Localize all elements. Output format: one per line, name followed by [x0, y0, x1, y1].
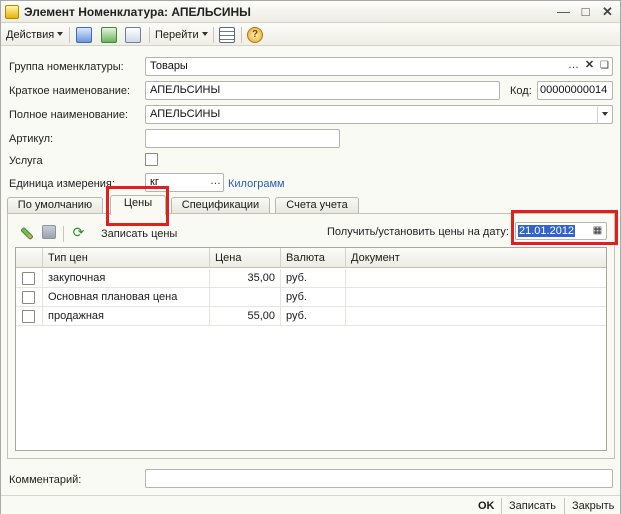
- short-name-value: АПЕЛЬСИНЫ: [150, 84, 221, 96]
- toolbar: Действия Перейти ?: [1, 24, 620, 46]
- code-label: Код:: [510, 85, 532, 97]
- column-header-check: [16, 248, 43, 268]
- goto-menu-label: Перейти: [155, 29, 199, 41]
- list-icon[interactable]: [219, 27, 235, 43]
- help-icon[interactable]: ?: [247, 27, 263, 43]
- row-checkbox-cell: [16, 288, 43, 307]
- toolbar-separator: [501, 498, 502, 514]
- close-icon[interactable]: ✕: [599, 4, 616, 20]
- price-type-cell: Основная плановая цена: [43, 288, 210, 307]
- tab-label: По умолчанию: [17, 199, 93, 211]
- full-name-value: АПЕЛЬСИНЫ: [150, 108, 221, 120]
- maximize-icon[interactable]: □: [577, 4, 594, 20]
- full-name-dropdown-button[interactable]: [597, 107, 611, 124]
- chevron-down-icon: [57, 32, 64, 36]
- group-value: Товары: [150, 60, 188, 72]
- unit-link[interactable]: Килограмм: [228, 177, 285, 191]
- window: Элемент Номенклатура: АПЕЛЬСИНЫ — □ ✕ Де…: [0, 0, 621, 514]
- chevron-down-icon: [601, 112, 608, 116]
- row-checkbox[interactable]: [22, 291, 35, 304]
- tab-accounts[interactable]: Счета учета: [275, 197, 359, 214]
- table-header: Тип цен Цена Валюта Документ: [16, 248, 606, 268]
- short-name-field[interactable]: АПЕЛЬСИНЫ: [145, 81, 500, 100]
- actions-menu-label: Действия: [6, 29, 55, 41]
- ok-button[interactable]: OK: [478, 498, 495, 514]
- tab-default[interactable]: По умолчанию: [7, 197, 103, 214]
- document-cell: [346, 288, 606, 307]
- row-checkbox-cell: [16, 269, 43, 288]
- table-row[interactable]: Основная плановая цена руб.: [16, 288, 606, 307]
- column-header[interactable]: Документ: [346, 248, 606, 268]
- actions-menu-button[interactable]: Действия: [6, 26, 64, 44]
- prices-table: Тип цен Цена Валюта Документ закупочная …: [15, 247, 607, 451]
- window-title: Элемент Номенклатура: АПЕЛЬСИНЫ: [24, 5, 251, 19]
- full-name-label: Полное наименование:: [9, 109, 129, 121]
- date-label: Получить/установить цены на дату:: [327, 226, 509, 238]
- row-checkbox[interactable]: [22, 310, 35, 323]
- open-icon[interactable]: ❏: [598, 58, 611, 75]
- select-icon[interactable]: …: [209, 174, 222, 191]
- bottom-bar: OK Записать Закрыть: [1, 495, 620, 514]
- price-type-cell: закупочная: [43, 269, 210, 288]
- goto-menu-button[interactable]: Перейти: [155, 26, 208, 44]
- table-row[interactable]: закупочная 35,00 руб.: [16, 269, 606, 288]
- price-cell: 55,00: [210, 307, 281, 326]
- unit-value: кг: [150, 176, 159, 188]
- refresh-list-icon[interactable]: [101, 27, 117, 43]
- comment-field[interactable]: [145, 469, 613, 488]
- full-name-field[interactable]: АПЕЛЬСИНЫ: [145, 105, 613, 124]
- currency-cell: руб.: [281, 288, 346, 307]
- article-field[interactable]: [145, 129, 340, 148]
- column-header[interactable]: Цена: [210, 248, 281, 268]
- app-icon: [5, 5, 19, 19]
- select-icon[interactable]: …: [567, 58, 580, 75]
- tab-label: Спецификации: [181, 199, 260, 211]
- chevron-down-icon: [201, 32, 208, 36]
- toolbar-separator: [564, 498, 565, 514]
- unit-label: Единица измерения:: [9, 178, 115, 190]
- save-icon[interactable]: [42, 225, 56, 239]
- comment-label: Комментарий:: [9, 474, 82, 486]
- row-checkbox-cell: [16, 307, 43, 326]
- title-bar: Элемент Номенклатура: АПЕЛЬСИНЫ — □ ✕: [1, 1, 620, 23]
- clear-icon[interactable]: ✕: [583, 58, 596, 75]
- price-type-cell: продажная: [43, 307, 210, 326]
- document-cell: [346, 307, 606, 326]
- toolbar-separator: [69, 27, 70, 43]
- table-row[interactable]: продажная 55,00 руб.: [16, 307, 606, 326]
- currency-cell: руб.: [281, 307, 346, 326]
- currency-cell: руб.: [281, 269, 346, 288]
- calendar-icon[interactable]: ▦: [591, 223, 604, 240]
- toolbar-separator: [149, 27, 150, 43]
- tab-label: Цены: [123, 197, 153, 209]
- close-button[interactable]: Закрыть: [572, 498, 614, 514]
- copy-icon[interactable]: [125, 27, 141, 43]
- write-prices-button[interactable]: Записать цены: [101, 227, 177, 241]
- minimize-icon[interactable]: —: [555, 4, 572, 20]
- group-label: Группа номенклатуры:: [9, 61, 124, 73]
- row-checkbox[interactable]: [22, 272, 35, 285]
- document-cell: [346, 269, 606, 288]
- price-cell: [210, 288, 281, 307]
- service-checkbox[interactable]: [145, 153, 158, 166]
- toolbar-separator: [241, 27, 242, 43]
- code-value: 00000000014: [540, 84, 608, 96]
- toolbar-separator: [63, 226, 64, 242]
- service-label: Услуга: [9, 155, 43, 167]
- date-value: 21.01.2012: [518, 225, 576, 237]
- column-header[interactable]: Тип цен: [43, 248, 210, 268]
- tab-label: Счета учета: [286, 199, 348, 211]
- toolbar-separator: [213, 27, 214, 43]
- tab-prices[interactable]: Цены: [110, 195, 166, 215]
- move-up-icon[interactable]: [76, 27, 92, 43]
- article-label: Артикул:: [9, 133, 54, 145]
- code-field[interactable]: 00000000014: [537, 81, 613, 100]
- group-field[interactable]: Товары: [145, 57, 613, 76]
- save-button[interactable]: Записать: [509, 498, 556, 514]
- short-name-label: Краткое наименование:: [9, 85, 131, 97]
- refresh-icon[interactable]: ⟳: [71, 225, 86, 240]
- price-cell: 35,00: [210, 269, 281, 288]
- column-header[interactable]: Валюта: [281, 248, 346, 268]
- tab-specifications[interactable]: Спецификации: [171, 197, 270, 214]
